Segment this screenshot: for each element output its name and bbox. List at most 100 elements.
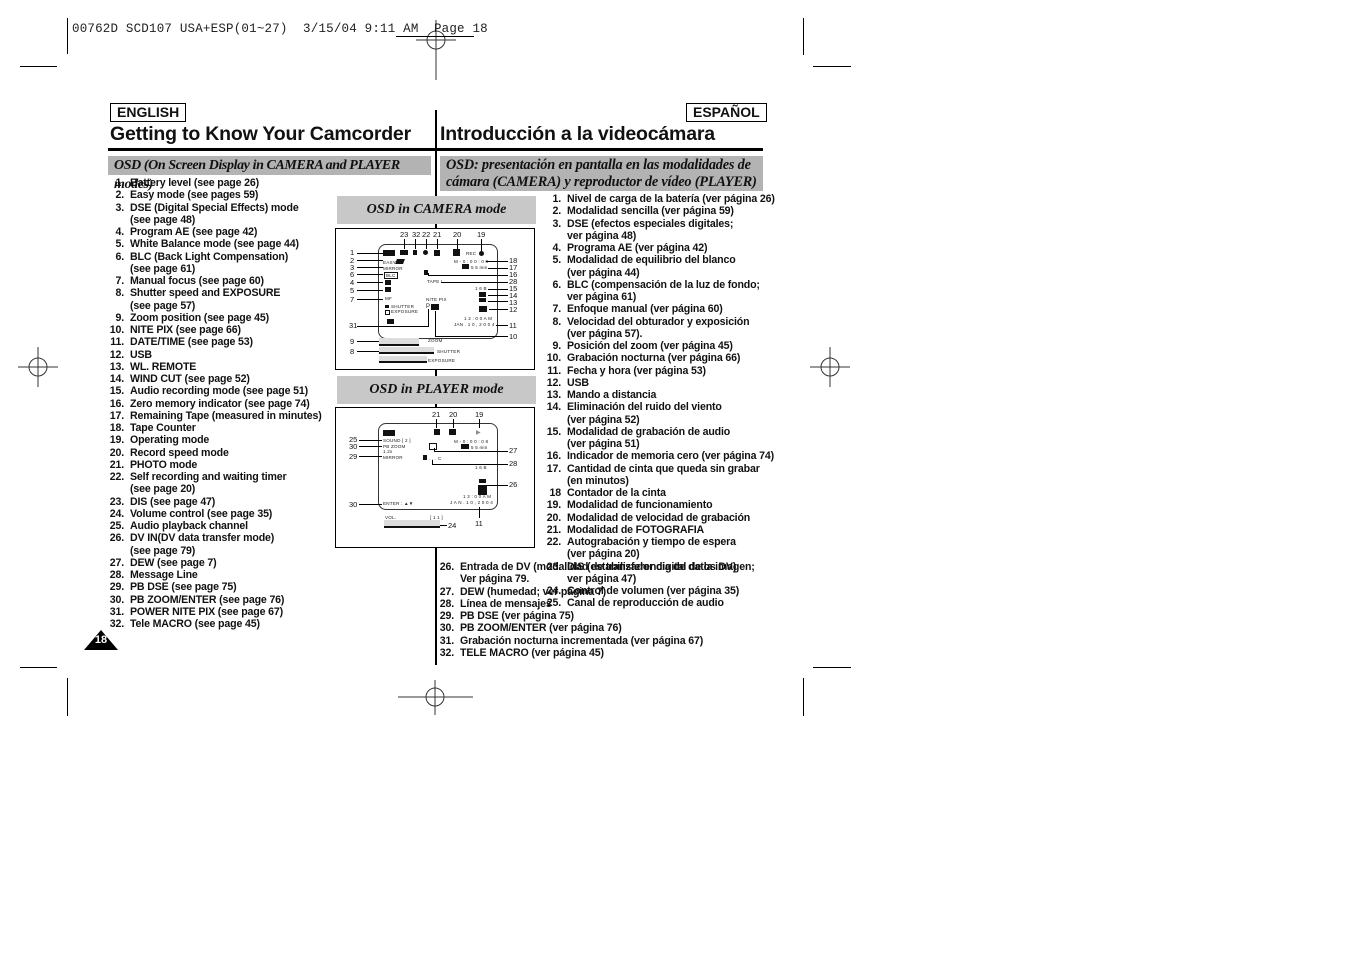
wind-cut-icon bbox=[479, 292, 486, 297]
zero-memory-icon bbox=[423, 455, 427, 460]
section-banner-spanish-line1: OSD: presentación en pantalla en las mod… bbox=[446, 157, 751, 173]
list-item: (ver página 51) bbox=[545, 438, 780, 450]
list-item: 19. Modalidad de funcionamiento bbox=[545, 499, 780, 511]
leader-line bbox=[488, 289, 508, 290]
list-item-number: 5. bbox=[552, 254, 561, 267]
white-balance-icon bbox=[385, 287, 391, 292]
leader-line bbox=[486, 261, 508, 262]
list-item-number bbox=[545, 267, 561, 279]
dv-in-icon bbox=[479, 479, 486, 483]
list-item: (see page 48) bbox=[108, 214, 333, 226]
shutter-bar bbox=[379, 347, 434, 354]
registration-mark-icon bbox=[18, 347, 58, 387]
leader-line bbox=[479, 507, 480, 518]
list-item-number bbox=[108, 263, 124, 275]
list-item-number: 14. bbox=[546, 401, 561, 414]
play-icon: ▶ bbox=[476, 430, 481, 436]
list-item: 4. Program AE (see page 42) bbox=[108, 226, 333, 238]
list-item-number: 31. bbox=[109, 605, 124, 618]
leader-line bbox=[432, 460, 433, 464]
list-item-number: 12. bbox=[109, 348, 124, 361]
list-item: 21. PHOTO mode bbox=[108, 459, 333, 471]
shutter-bar-label: SHUTTER bbox=[437, 349, 461, 354]
list-item: 27. DEW (see page 7) bbox=[108, 557, 333, 569]
list-item: 26. DV IN(DV data transfer mode) bbox=[108, 532, 333, 544]
callout-number: 11 bbox=[475, 519, 483, 528]
list-item-text: TELE MACRO (ver página 45) bbox=[460, 646, 604, 659]
leader-line bbox=[428, 309, 429, 326]
leader-line bbox=[359, 504, 382, 505]
leader-line bbox=[357, 341, 379, 342]
list-item-number bbox=[545, 475, 561, 487]
message-line: . . . C bbox=[429, 456, 442, 461]
leader-line bbox=[428, 275, 508, 276]
list-item-text: DSE (efectos especiales digitales; bbox=[567, 217, 734, 230]
list-item-text: (see page 48) bbox=[130, 213, 196, 226]
list-item-number: 17. bbox=[109, 409, 124, 422]
list-item-text: Mando a distancia bbox=[567, 389, 657, 401]
leader-line bbox=[434, 451, 508, 452]
list-item-text: Easy mode (see pages 59) bbox=[130, 189, 259, 202]
list-item-text: Modalidad de FOTOGRAFIA bbox=[567, 523, 705, 536]
list-item-text: (see page 61) bbox=[130, 262, 196, 275]
list-item-number bbox=[545, 548, 561, 560]
list-item: 25. Audio playback channel bbox=[108, 520, 333, 532]
list-item-text: Remaining Tape (measured in minutes) bbox=[130, 409, 322, 422]
callout-number: 20 bbox=[453, 230, 462, 239]
list-item: (ver página 44) bbox=[545, 267, 780, 279]
exposure-bar bbox=[379, 356, 427, 363]
list-item: (en minutos) bbox=[545, 475, 780, 487]
list-item-text: DV IN(DV data transfer mode) bbox=[130, 532, 275, 545]
list-item: 9. Zoom position (see page 45) bbox=[108, 312, 333, 324]
leader-line bbox=[488, 301, 508, 302]
list-item-text: WL. REMOTE bbox=[130, 360, 197, 373]
list-item-number: 32. bbox=[109, 618, 124, 630]
list-item: 3. DSE (efectos especiales digitales; bbox=[545, 218, 780, 230]
crop-mark bbox=[803, 18, 804, 55]
leader-line bbox=[436, 419, 437, 428]
zoom-bar bbox=[379, 338, 419, 346]
list-item: 11. DATE/TIME (see page 53) bbox=[108, 336, 333, 348]
list-item-number: 6. bbox=[115, 250, 124, 263]
list-item-text: ver página 61) bbox=[567, 291, 637, 303]
list-item-number: 9. bbox=[552, 340, 561, 352]
osd-legend-spanish-part2: 26. Entrada de DV (modalidad de transfere… bbox=[438, 561, 758, 659]
callout-number: 21 bbox=[433, 230, 442, 239]
date-display: J A N . 1 0 , 2 0 0 4 bbox=[450, 500, 494, 505]
list-item-number: 30. bbox=[439, 622, 454, 635]
dis-icon bbox=[400, 250, 408, 255]
leader-line bbox=[481, 239, 482, 251]
mirror-label: MIRROR bbox=[383, 266, 403, 271]
list-item-number bbox=[545, 438, 561, 450]
list-item: 9. Posición del zoom (ver página 45) bbox=[545, 340, 780, 352]
exposure-label: EXPOSURE bbox=[391, 309, 419, 314]
leader-line bbox=[488, 295, 508, 296]
audio-mode: 1 6 B bbox=[475, 465, 487, 470]
list-item: 19. Operating mode bbox=[108, 434, 333, 446]
list-item: 32. Tele MACRO (see page 45) bbox=[108, 618, 333, 630]
osd-legend-spanish-part1: 1. Nivel de carga de la batería (ver pági… bbox=[545, 193, 780, 610]
list-item-text: Indicador de memoria cero (ver página 74… bbox=[567, 450, 774, 463]
list-item-number: 31. bbox=[439, 634, 454, 647]
list-item: 13. WL. REMOTE bbox=[108, 361, 333, 373]
callout-number: 28 bbox=[509, 459, 518, 468]
list-item: 29. PB DSE (ver página 75) bbox=[438, 610, 758, 622]
list-item: 17. Remaining Tape (measured in minutes) bbox=[108, 410, 333, 422]
callout-number: 24 bbox=[448, 521, 457, 530]
exposure-bar-label: EXPOSURE bbox=[428, 358, 456, 363]
list-item-number: 8. bbox=[552, 315, 561, 328]
list-item: 1. Battery level (see page 26) bbox=[108, 177, 333, 189]
list-item: 10. NITE PIX (see page 66) bbox=[108, 324, 333, 336]
list-item-number: 12. bbox=[546, 376, 561, 389]
leader-line bbox=[437, 239, 438, 249]
section-banner-spanish: OSD: presentación en pantalla en las mod… bbox=[440, 156, 763, 191]
callout-number: 22 bbox=[422, 230, 431, 239]
list-item-number: 3. bbox=[552, 217, 561, 230]
list-item-number: 32. bbox=[439, 646, 454, 659]
leader-line bbox=[404, 239, 405, 249]
callout-number: 9 bbox=[350, 337, 355, 346]
list-item: 11. Fecha y hora (ver página 53) bbox=[545, 365, 780, 377]
sound-channel: SOUND [ 2 ] bbox=[383, 438, 411, 443]
list-item-number: 17. bbox=[546, 462, 561, 475]
list-item-text: Grabación nocturna (ver página 66) bbox=[567, 352, 741, 365]
